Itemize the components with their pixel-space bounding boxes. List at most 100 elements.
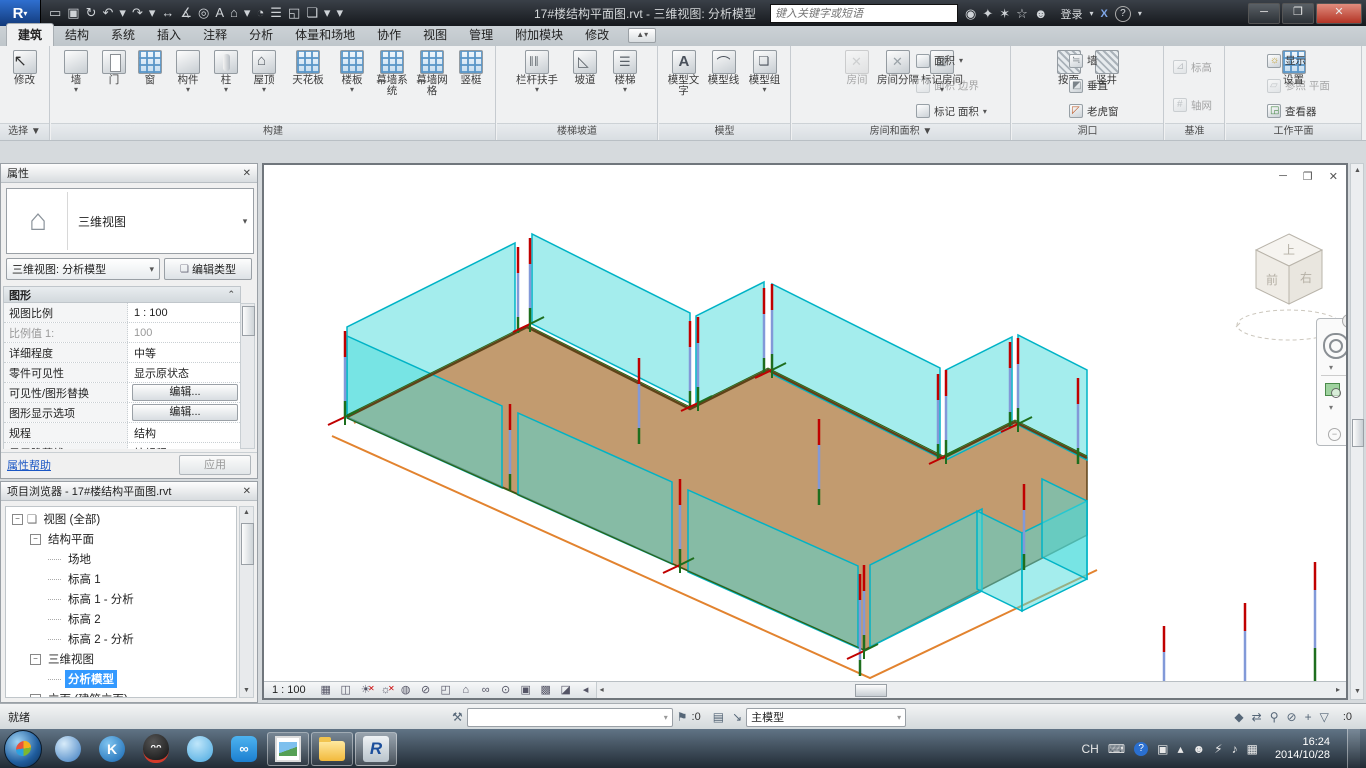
scroll-right-icon[interactable]: ▸ — [1336, 684, 1340, 695]
ribbon-small-button-x-orange[interactable]: 面积▾ — [916, 53, 1004, 68]
tree-item[interactable]: 分析模型 — [6, 669, 236, 689]
show-desktop-button[interactable] — [1347, 729, 1360, 768]
ribbon-button-room-sep[interactable]: 房间分隔 — [877, 48, 919, 86]
apply-button[interactable]: 应用 — [179, 455, 251, 475]
ribbon-button-curtain-grid[interactable]: 幕墙网格 — [413, 48, 451, 97]
measure-icon[interactable]: ↔ — [161, 0, 174, 26]
help-dropdown-icon[interactable]: ▾ — [1138, 9, 1142, 18]
tree-item[interactable]: 标高 2 — [6, 609, 236, 629]
project-browser-close-icon[interactable]: ✕ — [243, 486, 251, 497]
help-tray-icon[interactable]: ? — [1134, 742, 1148, 756]
panel-label[interactable]: 工作平面 — [1226, 123, 1361, 140]
panel-label[interactable]: 房间和面积 ▼ — [792, 123, 1010, 140]
type-selector[interactable]: ⌂ 三维视图 ▾ — [6, 188, 254, 254]
zoom-dropdown-icon[interactable]: ▾ — [1329, 403, 1333, 412]
tab-系统[interactable]: 系统 — [100, 24, 146, 46]
ribbon-button-ramp[interactable]: 坡道 — [566, 48, 604, 86]
ribbon-button-component[interactable]: 构件▾ — [169, 48, 207, 93]
taskbar-revit-icon[interactable]: R — [355, 732, 397, 766]
panel-label[interactable]: 楼梯坡道 — [497, 123, 657, 140]
analytical-model-icon[interactable]: ◪ — [556, 683, 576, 698]
navbar-close-icon[interactable]: ✕ — [1342, 314, 1348, 328]
filter-icon[interactable]: ▽ — [1316, 710, 1333, 724]
view-scale-button[interactable]: 1 : 100 — [264, 684, 316, 696]
close-hidden-icon[interactable]: ◱ — [288, 0, 300, 26]
workset-selector[interactable]: ▾ — [467, 708, 673, 727]
ribbon-button-wall[interactable]: 墙▾ — [57, 48, 95, 93]
panel-label[interactable]: 选择 ▼ — [0, 123, 49, 140]
tree-item[interactable]: 场地 — [6, 549, 236, 569]
undo-icon[interactable]: ↶ — [103, 0, 114, 26]
edit-button[interactable]: 编辑... — [132, 384, 238, 401]
panel-label[interactable]: 模型 — [659, 123, 790, 140]
taskbar-k-app-icon[interactable]: K — [91, 732, 133, 766]
ribbon-button-curtain-system[interactable]: 幕墙系统 — [373, 48, 411, 97]
tab-体量和场地[interactable]: 体量和场地 — [284, 24, 366, 46]
zoom-icon[interactable] — [1325, 383, 1340, 396]
ribbon-small-button-dormer[interactable]: 老虎窗 — [1069, 104, 1157, 119]
tab-插入[interactable]: 插入 — [146, 24, 192, 46]
tree-expand-icon[interactable]: − — [12, 514, 23, 525]
undo-dropdown-icon[interactable]: ▾ — [119, 0, 126, 26]
taskbar-explorer-icon[interactable] — [311, 732, 353, 766]
restore-button[interactable]: ❐ — [1282, 3, 1314, 24]
instance-selector[interactable]: 三维视图: 分析模型 ▾ — [6, 258, 160, 280]
tab-附加模块[interactable]: 附加模块 — [504, 24, 574, 46]
ribbon-small-button-x-orange[interactable]: 标记 面积▾ — [916, 104, 1004, 119]
tab-修改[interactable]: 修改 — [574, 24, 620, 46]
edit-type-button[interactable]: ❏ 编辑类型 — [164, 258, 252, 280]
graphics-section-header[interactable]: 图形 ⌃ — [3, 286, 241, 303]
browser-scrollbar[interactable]: ▲ ▼ — [239, 506, 254, 698]
properties-help-link[interactable]: 属性帮助 — [7, 457, 51, 473]
unlocked-view-icon[interactable]: ⌂ — [456, 683, 476, 698]
ribbon-button-door[interactable]: 门 — [97, 48, 131, 86]
help-icon[interactable]: ? — [1115, 6, 1131, 22]
select-pinned-icon[interactable]: ⚲ — [1266, 710, 1283, 724]
property-value[interactable]: 100 — [128, 327, 242, 339]
switch-windows-icon[interactable]: ❏ — [306, 0, 318, 26]
tree-expand-icon[interactable]: − — [30, 694, 41, 699]
panel-label[interactable]: 洞口 — [1012, 123, 1163, 140]
tree-item[interactable]: 标高 2 - 分析 — [6, 629, 236, 649]
section-icon[interactable]: ◔ — [256, 0, 264, 26]
home-dropdown-icon[interactable]: ▾ — [244, 0, 251, 26]
tab-建筑[interactable]: 建筑 — [6, 23, 54, 46]
redo-icon[interactable]: ↷ — [132, 0, 143, 26]
tree-item[interactable]: −结构平面 — [6, 529, 236, 549]
property-value[interactable]: 中等 — [128, 345, 242, 361]
ribbon-small-button-viewer[interactable]: 查看器 — [1267, 104, 1355, 119]
tab-collapse-icon[interactable]: ▲▾ — [628, 28, 656, 43]
prev-pan-icon[interactable]: ◂ — [576, 683, 596, 698]
steering-wheel-icon[interactable] — [1323, 333, 1348, 359]
drag-on-selection-icon[interactable]: + — [1301, 710, 1316, 724]
ribbon-button-mullion[interactable]: 竖梃 — [453, 48, 489, 86]
properties-scrollbar[interactable] — [240, 303, 255, 449]
tray-expand-icon[interactable]: ▴ — [1177, 742, 1183, 756]
property-value[interactable]: 结构 — [128, 425, 242, 441]
vscroll-thumb[interactable] — [1352, 419, 1364, 447]
navbar-collapse-icon[interactable]: − — [1328, 428, 1341, 441]
ribbon-button-floor[interactable]: 楼板▾ — [333, 48, 371, 93]
scroll-up-icon[interactable]: ▲ — [1352, 165, 1363, 177]
detail-level-icon[interactable]: ▦ — [316, 683, 336, 698]
select-underlay-icon[interactable]: ⇄ — [1248, 710, 1266, 724]
volume-icon[interactable]: ♪ — [1232, 742, 1238, 756]
ribbon-button-column[interactable]: 柱▾ — [209, 48, 243, 93]
tree-item[interactable]: −立面 (建筑立面) — [6, 689, 236, 698]
project-browser-header[interactable]: 项目浏览器 - 17#楼结构平面图.rvt ✕ — [1, 482, 257, 501]
select-by-face-icon[interactable]: ⊘ — [1283, 710, 1301, 724]
scroll-left-icon[interactable]: ◂ — [600, 684, 604, 695]
signin-dropdown-icon[interactable]: ▾ — [1090, 9, 1094, 18]
search-icon[interactable]: ◉ — [965, 6, 976, 21]
exchange-apps-icon[interactable]: X — [1101, 8, 1108, 20]
qq-tray-icon[interactable]: ☻ — [1193, 742, 1206, 756]
reveal-hidden-icon[interactable]: ⊙ — [496, 683, 516, 698]
scroll-down-icon[interactable]: ▼ — [241, 685, 252, 697]
tree-expand-icon[interactable]: − — [30, 534, 41, 545]
taskbar-baidu-cloud-icon[interactable]: ∞ — [223, 732, 265, 766]
taskbar-clock[interactable]: 16:24 2014/10/28 — [1267, 736, 1338, 762]
tab-视图[interactable]: 视图 — [412, 24, 458, 46]
text-icon[interactable]: A — [215, 0, 224, 26]
horizontal-scrollbar[interactable]: ◂ ▸ — [596, 682, 1346, 698]
collapse-section-icon[interactable]: ⌃ — [227, 289, 235, 300]
